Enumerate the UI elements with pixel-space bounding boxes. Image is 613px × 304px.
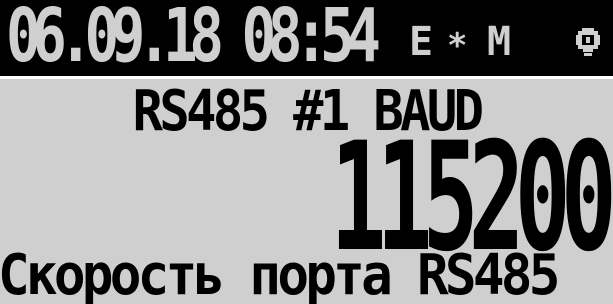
lamp-icon [576,28,600,56]
lcd-screen: 06.09.18 08:54 E * M RS485 #1 BAUD 11520… [0,0,613,304]
parameter-description: Скорость порта RS485 [0,243,560,304]
status-datetime: 06.09.18 08:54 [6,0,381,79]
status-bar: 06.09.18 08:54 E * M [0,0,613,79]
status-flag-m: M [487,19,512,65]
status-flag-e: E [409,19,434,65]
status-flag-star: * [447,26,468,66]
